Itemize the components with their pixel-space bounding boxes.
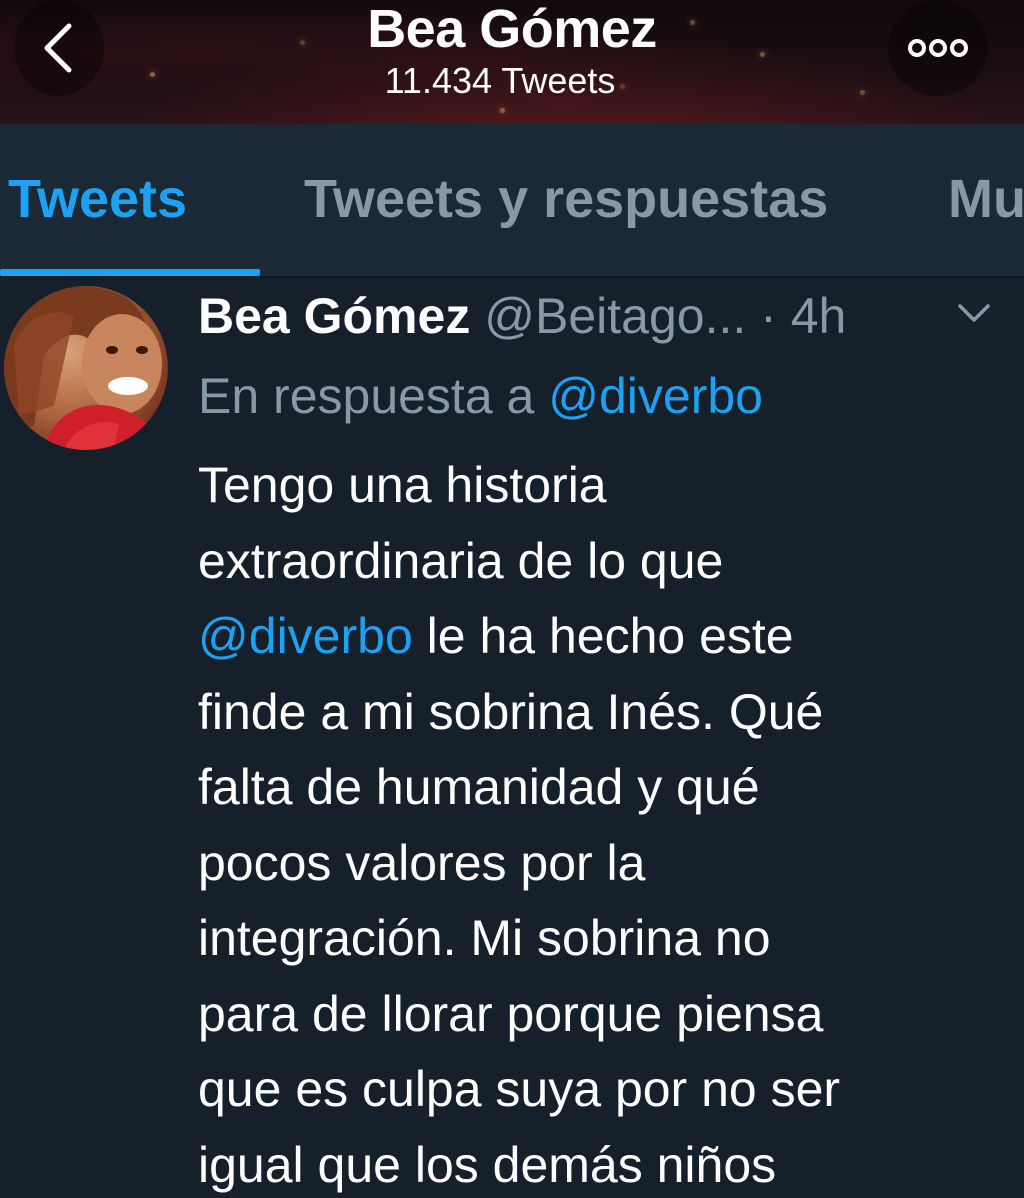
tweet-text: Tengo una historia extraordinaria de lo …	[198, 448, 998, 1198]
tweet-text-line: igual que los demás niños	[198, 1136, 777, 1193]
avatar[interactable]	[4, 286, 168, 450]
tab-tweets-and-replies[interactable]: Tweets y respuestas	[304, 168, 828, 230]
profile-header: Bea Gómez 11.434 Tweets	[0, 0, 1024, 124]
tweet-author-handle[interactable]: @Beitago...	[484, 288, 746, 344]
tweet-text-line: para de llorar porque piensa	[198, 985, 824, 1042]
tweet-text-line: Tengo una historia	[198, 457, 607, 513]
more-horizontal-icon	[908, 39, 968, 57]
profile-tabs: Tweets Tweets y respuestas Mu	[0, 124, 1024, 278]
tab-tweets[interactable]: Tweets	[8, 168, 187, 230]
reply-mention-link[interactable]: @diverbo	[548, 368, 763, 424]
tweet-author-name[interactable]: Bea Gómez	[198, 288, 470, 344]
tweet[interactable]: Bea Gómez @Beitago... · 4h En respuesta …	[0, 278, 1024, 1198]
profile-name: Bea Gómez	[367, 0, 657, 59]
profile-screen: Bea Gómez 11.434 Tweets Tweets Tweets y …	[0, 0, 1024, 1198]
reply-prefix: En respuesta a	[198, 368, 535, 424]
chevron-down-icon[interactable]	[956, 298, 992, 328]
tweet-text-line: pocos valores por la	[198, 834, 646, 891]
tweet-header: Bea Gómez @Beitago... · 4h	[198, 284, 1008, 348]
tweet-timestamp: · 4h	[760, 288, 847, 344]
header-sparkle	[500, 108, 505, 113]
active-tab-indicator	[0, 269, 260, 276]
tweet-text-line: @diverbo le ha hecho este	[198, 599, 998, 675]
tab-media[interactable]: Mu	[948, 168, 1024, 230]
reply-context: En respuesta a @diverbo	[198, 364, 763, 428]
tweet-text-line: integración. Mi sobrina no	[198, 910, 771, 966]
tweet-text-line: finde a mi sobrina Inés. Qué	[198, 683, 824, 740]
tweet-text-line: que es culpa suya por no ser	[198, 1061, 841, 1117]
tweet-text-line: falta de humanidad y qué	[198, 759, 760, 815]
tweet-count: 11.434 Tweets	[384, 60, 616, 101]
tweet-text-line: extraordinaria de lo que	[198, 532, 724, 589]
more-button[interactable]	[888, 0, 988, 96]
tweet-text-fragment: le ha hecho este	[426, 608, 794, 664]
body-mention-link[interactable]: @diverbo	[198, 608, 413, 664]
avatar-photo	[4, 286, 168, 450]
